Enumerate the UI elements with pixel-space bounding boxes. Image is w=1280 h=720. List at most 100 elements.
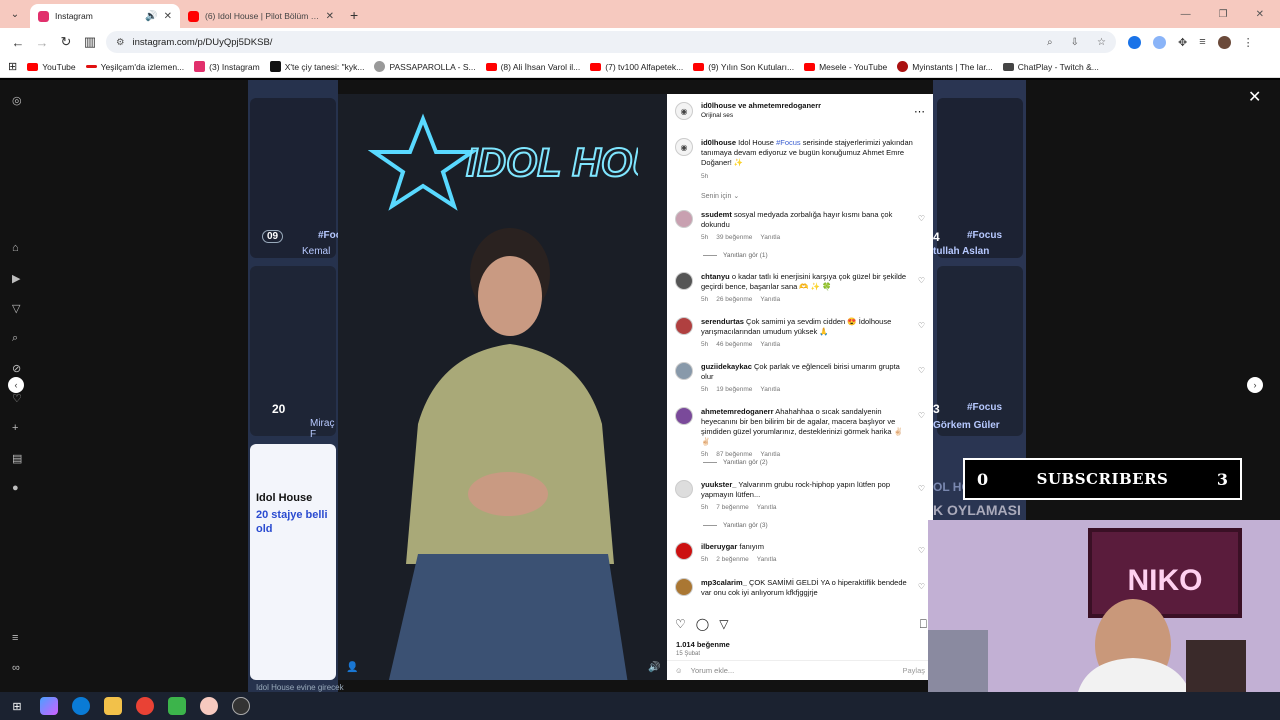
like-comment-icon[interactable]: ♡ — [918, 411, 925, 420]
commenter-avatar[interactable] — [675, 210, 693, 228]
like-comment-icon[interactable]: ♡ — [918, 484, 925, 493]
mute-icon[interactable]: 🔊 — [648, 662, 660, 673]
new-tab-button[interactable]: + — [350, 7, 358, 23]
like-comment-icon[interactable]: ♡ — [918, 321, 925, 330]
reels-icon[interactable]: ▶ — [12, 272, 20, 285]
commenter-avatar[interactable] — [675, 362, 693, 380]
reply-button[interactable]: Yanıtla — [760, 340, 780, 350]
like-comment-icon[interactable]: ♡ — [918, 214, 925, 223]
chrome-icon[interactable] — [136, 697, 154, 715]
comment-username[interactable]: mp3calarim_ — [701, 578, 747, 587]
bookmark-yesilcam[interactable]: Yeşilçam'da izlemen... — [85, 62, 184, 72]
author-avatar[interactable]: ◉ — [675, 102, 693, 120]
menu-icon[interactable]: ⋮ — [1243, 36, 1254, 49]
bookmark-youtube[interactable]: YouTube — [27, 62, 76, 72]
side-panel-icon[interactable]: ▥ — [78, 34, 102, 50]
likes-count[interactable]: 1.014 beğenme — [676, 640, 730, 649]
caption-hashtag[interactable]: #Focus — [776, 138, 801, 147]
tab-search-icon[interactable]: ⌄ — [4, 3, 26, 25]
commenter-avatar[interactable] — [675, 317, 693, 335]
dashboard-icon[interactable]: ▤ — [12, 452, 22, 465]
comment-username[interactable]: chtanyu — [701, 272, 730, 281]
comment-likes[interactable]: 2 beğenme — [716, 555, 749, 565]
extensions-puzzle-icon[interactable]: ✥ — [1178, 36, 1187, 49]
close-tab-icon[interactable]: ✕ — [164, 11, 172, 22]
apps-grid-icon[interactable]: ⊞ — [8, 60, 17, 73]
zoom-icon[interactable]: ⌕ — [1047, 37, 1053, 48]
restore-icon[interactable]: ❐ — [1219, 9, 1228, 20]
minimize-icon[interactable]: — — [1181, 9, 1191, 20]
media-icon[interactable]: ≡ — [1199, 36, 1205, 48]
comment-likes[interactable]: 7 beğenme — [716, 503, 749, 513]
bookmark-myinstants[interactable]: Myinstants | The lar... — [897, 61, 993, 72]
address-bar[interactable]: ⚙ instagram.com/p/DUyQpj5DKSB/ ⌕ ⇩ ☆ — [106, 31, 1116, 53]
store-icon[interactable] — [168, 697, 186, 715]
post-authors[interactable]: id0lhouse ve ahmetemredoganerr — [701, 101, 821, 111]
profile-icon[interactable]: ● — [12, 482, 19, 494]
like-comment-icon[interactable]: ♡ — [918, 366, 925, 375]
close-icon[interactable]: ✕ — [1248, 87, 1261, 107]
bookmark-instagram[interactable]: (3) Instagram — [194, 61, 260, 72]
install-icon[interactable]: ⇩ — [1071, 37, 1079, 48]
view-replies-button[interactable]: Yanıtları gör (1) — [703, 252, 768, 259]
more-options-icon[interactable]: ⋯ — [914, 105, 925, 118]
reel-video[interactable]: IDOL HOUSE 👤 🔊 — [338, 94, 667, 680]
close-window-icon[interactable]: ✕ — [1256, 9, 1264, 20]
extension-icon[interactable] — [1153, 35, 1166, 49]
audio-label[interactable]: Orijinal ses — [701, 111, 821, 121]
comment-username[interactable]: ilberuygar — [701, 542, 737, 551]
instagram-logo-icon[interactable]: ◎ — [12, 94, 22, 107]
start-icon[interactable]: ⊞ — [8, 697, 26, 715]
chrome-profile-icon[interactable] — [200, 697, 218, 715]
extension-icon[interactable] — [1128, 35, 1141, 49]
commenter-avatar[interactable] — [675, 480, 693, 498]
explore-icon[interactable]: ⊘ — [12, 362, 21, 375]
caption-username[interactable]: id0lhouse — [701, 138, 736, 147]
reply-button[interactable]: Yanıtla — [760, 295, 780, 305]
reload-icon[interactable]: ↻ — [54, 34, 78, 50]
profile-avatar[interactable] — [1217, 35, 1231, 49]
tab-instagram[interactable]: Instagram 🔊 ✕ — [30, 4, 180, 28]
forward-icon[interactable]: → — [30, 35, 54, 50]
commenter-avatar[interactable] — [675, 272, 693, 290]
like-comment-icon[interactable]: ♡ — [918, 276, 925, 285]
tagged-user-icon[interactable]: 👤 — [346, 662, 358, 673]
speaker-icon[interactable]: 🔊 — [145, 11, 157, 22]
view-replies-button[interactable]: Yanıtları gör (2) — [703, 459, 768, 466]
copilot-icon[interactable] — [40, 697, 58, 715]
commenter-avatar[interactable] — [675, 542, 693, 560]
comment-username[interactable]: yuukster_ — [701, 480, 736, 489]
next-post-icon[interactable]: › — [1247, 377, 1263, 393]
share-icon[interactable]: ▽ — [719, 617, 728, 632]
tab-youtube[interactable]: (6) Idol House | Pilot Bölüm - Y ✕ — [180, 4, 342, 28]
comment-username[interactable]: ssudemt — [701, 210, 732, 219]
comment-likes[interactable]: 19 beğenme — [716, 385, 752, 395]
meta-icon[interactable]: ∞ — [12, 662, 20, 674]
messages-icon[interactable]: ▽ — [12, 302, 20, 315]
comment-username[interactable]: serendurtas — [701, 317, 744, 326]
emoji-icon[interactable]: ☺ — [675, 666, 683, 675]
like-icon[interactable]: ♡ — [675, 617, 686, 632]
comment-username[interactable]: ahmetemredoganerr — [701, 407, 774, 416]
author-avatar[interactable]: ◉ — [675, 138, 693, 156]
comment-likes[interactable]: 26 beğenme — [716, 295, 752, 305]
comment-sort-dropdown[interactable]: Senin için ⌄ — [701, 192, 739, 200]
commenter-avatar[interactable] — [675, 578, 693, 596]
save-icon[interactable]: ⎕ — [920, 617, 927, 632]
comment-likes[interactable]: 39 beğenme — [716, 233, 752, 243]
post-comment-button[interactable]: Paylaş — [902, 666, 925, 675]
bookmark-passaparolla[interactable]: PASSAPAROLLA - S... — [374, 61, 476, 72]
bookmark-ali-ihsan[interactable]: (8) Ali İhsan Varol il... — [485, 62, 580, 72]
reply-button[interactable]: Yanıtla — [760, 385, 780, 395]
back-icon[interactable]: ← — [6, 35, 30, 50]
reply-button[interactable]: Yanıtla — [760, 233, 780, 243]
like-comment-icon[interactable]: ♡ — [918, 582, 925, 591]
comment-likes[interactable]: 46 beğenme — [716, 340, 752, 350]
bookmark-x[interactable]: X'te çiy tanesi: "kyk... — [269, 61, 364, 72]
site-info-icon[interactable]: ⚙ — [116, 37, 125, 48]
view-replies-button[interactable]: Yanıtları gör (3) — [703, 522, 768, 529]
obs-icon[interactable] — [232, 697, 250, 715]
commenter-avatar[interactable] — [675, 407, 693, 425]
create-icon[interactable]: + — [12, 422, 18, 434]
more-menu-icon[interactable]: ≡ — [12, 632, 18, 644]
